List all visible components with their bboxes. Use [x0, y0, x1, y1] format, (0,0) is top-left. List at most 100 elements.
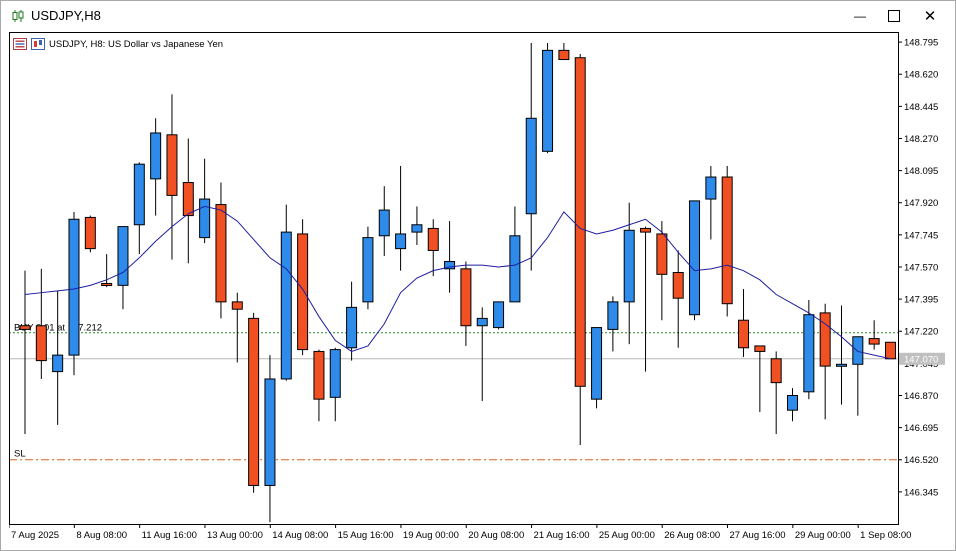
close-icon: ✕ [923, 8, 937, 25]
candle-body [803, 314, 815, 393]
candle[interactable] [248, 312, 260, 493]
price-chart[interactable]: BUY 0.01 at 147.212SL 148.795148.620148.… [9, 32, 947, 543]
candle[interactable] [738, 289, 750, 357]
candle[interactable] [640, 226, 652, 372]
candle-body [280, 231, 292, 380]
chart-properties-icon[interactable] [31, 38, 45, 50]
candle-body [19, 325, 31, 330]
candle[interactable] [884, 341, 896, 360]
y-tick-label: 148.095 [904, 166, 938, 177]
candle-body [313, 350, 325, 400]
candle[interactable] [460, 261, 472, 346]
candle-body [836, 363, 847, 367]
candle[interactable] [280, 204, 292, 381]
candle-body [623, 229, 635, 303]
x-tick-label: 13 Aug 00:00 [207, 530, 263, 541]
bid-price-label: 147.070 [904, 354, 938, 365]
candle-body [640, 227, 652, 233]
candle[interactable] [607, 296, 619, 352]
window-title: USDJPY,H8 [31, 8, 101, 23]
candle[interactable] [574, 54, 586, 446]
candle[interactable] [133, 162, 145, 255]
candle-body [133, 163, 145, 226]
candle[interactable] [836, 305, 847, 405]
candle-body [329, 349, 341, 398]
x-tick-label: 21 Aug 16:00 [534, 530, 590, 541]
candle[interactable] [264, 355, 276, 523]
candle-body [427, 227, 439, 251]
candle[interactable] [705, 166, 717, 240]
x-tick-label: 19 Aug 00:00 [403, 530, 459, 541]
one-click-trading-icon[interactable] [13, 38, 27, 50]
candle-body [721, 176, 733, 305]
candle[interactable] [378, 186, 390, 256]
candle[interactable] [476, 307, 488, 401]
candle[interactable] [591, 327, 603, 409]
x-tick-label: 20 Aug 08:00 [468, 530, 524, 541]
x-tick-label: 27 Aug 16:00 [730, 530, 786, 541]
title-bar[interactable]: USDJPY,H8 — ✕ [1, 1, 955, 31]
candle-body [542, 49, 554, 152]
maximize-icon [888, 10, 900, 22]
candle[interactable] [166, 94, 178, 260]
candle[interactable] [721, 166, 733, 317]
candle-body [460, 268, 472, 327]
close-button[interactable]: ✕ [913, 1, 947, 31]
candle[interactable] [411, 206, 423, 245]
candle[interactable] [297, 219, 309, 356]
y-tick-label: 148.795 [904, 38, 938, 49]
candle-body [166, 134, 178, 196]
candle-body [868, 338, 880, 345]
candle[interactable] [787, 388, 799, 422]
candle[interactable] [509, 206, 521, 303]
candle[interactable] [868, 320, 880, 350]
candle[interactable] [313, 349, 325, 422]
candle-body [248, 317, 260, 486]
stop-loss-label: SL [14, 449, 26, 460]
candle[interactable] [558, 43, 570, 61]
x-tick-label: 7 Aug 2025 [11, 530, 59, 541]
candle[interactable] [52, 290, 64, 425]
candle[interactable] [362, 226, 374, 310]
candle-body [770, 358, 782, 384]
y-tick-label: 147.570 [904, 262, 938, 273]
candle[interactable] [493, 301, 505, 330]
candle[interactable] [444, 221, 456, 293]
candle-body [591, 327, 603, 400]
candle[interactable] [427, 219, 439, 277]
candle-body [378, 209, 390, 237]
candle[interactable] [117, 226, 129, 310]
candle[interactable] [525, 43, 537, 271]
candle[interactable] [182, 138, 194, 264]
minimize-button[interactable]: — [843, 1, 877, 31]
candle[interactable] [542, 43, 554, 154]
candle-body [150, 132, 162, 180]
maximize-button[interactable] [877, 1, 911, 31]
candle[interactable] [395, 166, 407, 271]
candle[interactable] [199, 158, 211, 244]
candlestick-app-icon [12, 10, 24, 22]
candle-body [101, 283, 113, 287]
candle[interactable] [689, 200, 701, 321]
candle-body [754, 345, 766, 352]
chart-title: USDJPY, H8: US Dollar vs Japanese Yen [49, 38, 224, 50]
candle[interactable] [329, 347, 341, 422]
candle[interactable] [84, 215, 96, 253]
candle-body [705, 176, 717, 200]
y-tick-label: 148.270 [904, 134, 938, 145]
candle[interactable] [770, 351, 782, 435]
candle[interactable] [68, 211, 80, 376]
candle[interactable] [215, 182, 227, 319]
candle[interactable] [101, 254, 113, 288]
candle[interactable] [754, 345, 766, 413]
candle[interactable] [19, 270, 31, 435]
candle[interactable] [231, 292, 243, 363]
candle-body [297, 233, 309, 351]
candle-body [35, 325, 47, 362]
chart-window: USDJPY,H8 — ✕ BUY 0.01 at 147.212SL 148.… [0, 0, 956, 551]
plot-border [9, 32, 899, 525]
candle[interactable] [150, 118, 162, 216]
chart-area[interactable]: BUY 0.01 at 147.212SL 148.795148.620148.… [9, 32, 947, 543]
candle-body [215, 204, 227, 303]
candle-body [84, 216, 96, 250]
